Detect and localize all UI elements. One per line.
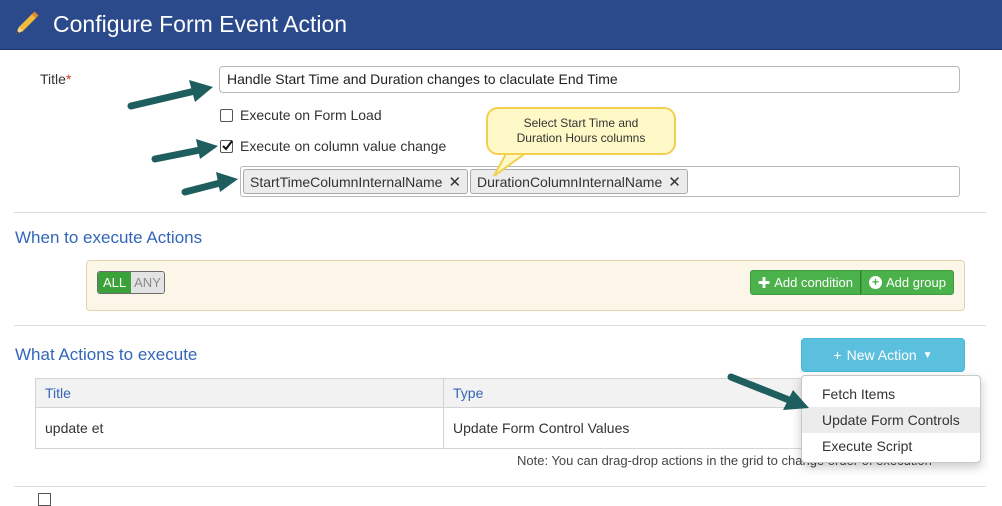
what-section-title: What Actions to execute — [15, 345, 198, 364]
column-tags-input[interactable]: StartTimeColumnInternalName ✕ DurationCo… — [240, 166, 960, 197]
execute-on-load-row[interactable]: Execute on Form Load — [220, 106, 382, 124]
plus-icon: ✚ — [757, 274, 771, 292]
remove-tag-icon[interactable]: ✕ — [448, 173, 461, 191]
dialog-title: Configure Form Event Action — [53, 11, 348, 37]
any-button[interactable]: ANY — [131, 272, 164, 293]
callout-line: Select Start Time and — [523, 116, 639, 130]
column-tag: StartTimeColumnInternalName ✕ — [243, 169, 469, 194]
new-action-label: New Action — [846, 347, 917, 363]
annotation-arrow-icon — [151, 139, 218, 163]
execute-on-change-row[interactable]: Execute on column value change — [220, 137, 446, 155]
plus-circle-icon: + — [869, 276, 882, 289]
divider — [14, 212, 986, 213]
add-group-button[interactable]: + Add group — [861, 270, 954, 295]
column-tag-label: StartTimeColumnInternalName — [250, 173, 443, 190]
title-label: Title* — [40, 71, 72, 87]
add-group-label: Add group — [886, 275, 946, 290]
divider — [14, 325, 986, 326]
add-condition-button[interactable]: ✚ Add condition — [749, 270, 861, 295]
all-button[interactable]: ALL — [98, 272, 132, 293]
all-any-toggle: ALL ANY — [97, 271, 165, 294]
menu-item-fetch-items[interactable]: Fetch Items — [802, 381, 980, 407]
required-mark: * — [65, 71, 72, 87]
annotation-arrow-icon — [181, 172, 238, 196]
dialog-header: Configure Form Event Action — [0, 0, 1002, 50]
condition-buttons: ✚ Add condition + Add group — [749, 270, 954, 295]
header-title[interactable]: Title — [36, 379, 444, 407]
conditions-panel: ALL ANY ✚ Add condition + Add group — [86, 260, 965, 311]
divider — [14, 486, 986, 487]
plus-icon: + — [833, 347, 842, 363]
execute-on-load-checkbox[interactable] — [220, 108, 233, 122]
row-title: update et — [36, 408, 444, 448]
execute-on-load-label: Execute on Form Load — [240, 107, 382, 123]
bottom-checkbox[interactable] — [38, 493, 51, 506]
menu-item-execute-script[interactable]: Execute Script — [802, 433, 980, 459]
add-condition-label: Add condition — [774, 275, 853, 290]
new-action-menu: Fetch Items Update Form Controls Execute… — [801, 375, 981, 463]
execute-on-change-label: Execute on column value change — [240, 138, 447, 154]
new-action-button[interactable]: + New Action ▼ — [801, 338, 965, 372]
when-section-title: When to execute Actions — [15, 228, 203, 247]
remove-tag-icon[interactable]: ✕ — [668, 173, 681, 191]
checkmark-icon — [222, 139, 233, 151]
annotation-arrow-icon — [127, 80, 213, 110]
title-input[interactable]: Handle Start Time and Duration changes t… — [219, 66, 960, 93]
annotation-arrow-icon — [727, 373, 809, 410]
callout-tooltip: Select Start Time and Duration Hours col… — [486, 107, 676, 155]
menu-item-update-form-controls[interactable]: Update Form Controls — [802, 407, 980, 433]
callout-line: Duration Hours columns — [516, 131, 646, 145]
pencil-icon — [16, 11, 39, 34]
caret-down-icon: ▼ — [922, 349, 933, 361]
